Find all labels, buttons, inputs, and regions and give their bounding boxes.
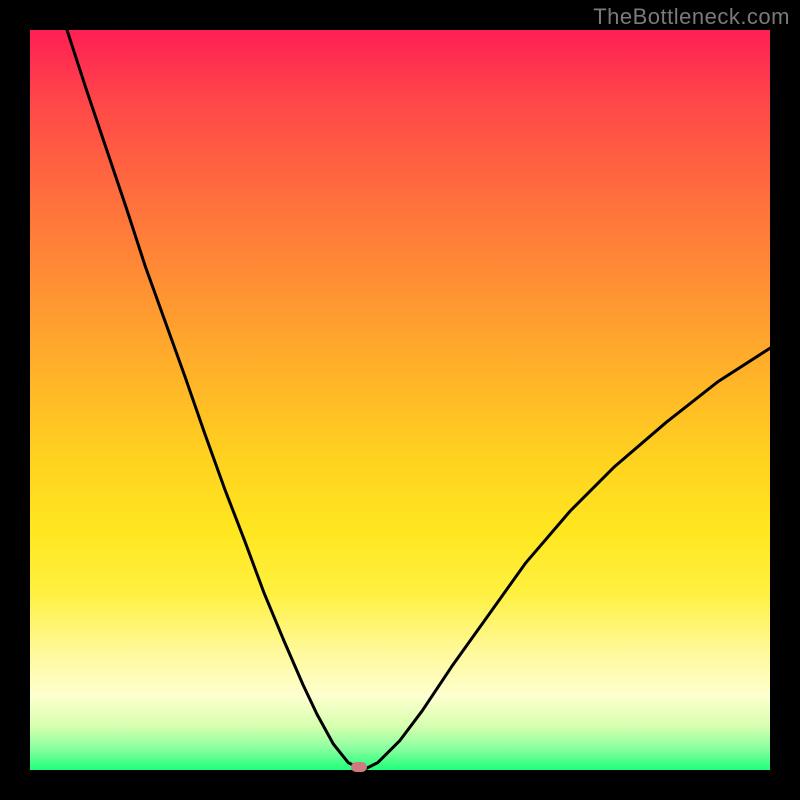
bottleneck-curve <box>30 30 770 770</box>
chart-frame: TheBottleneck.com <box>0 0 800 800</box>
plot-area <box>30 30 770 770</box>
optimal-marker <box>351 762 367 772</box>
watermark-text: TheBottleneck.com <box>593 4 790 30</box>
